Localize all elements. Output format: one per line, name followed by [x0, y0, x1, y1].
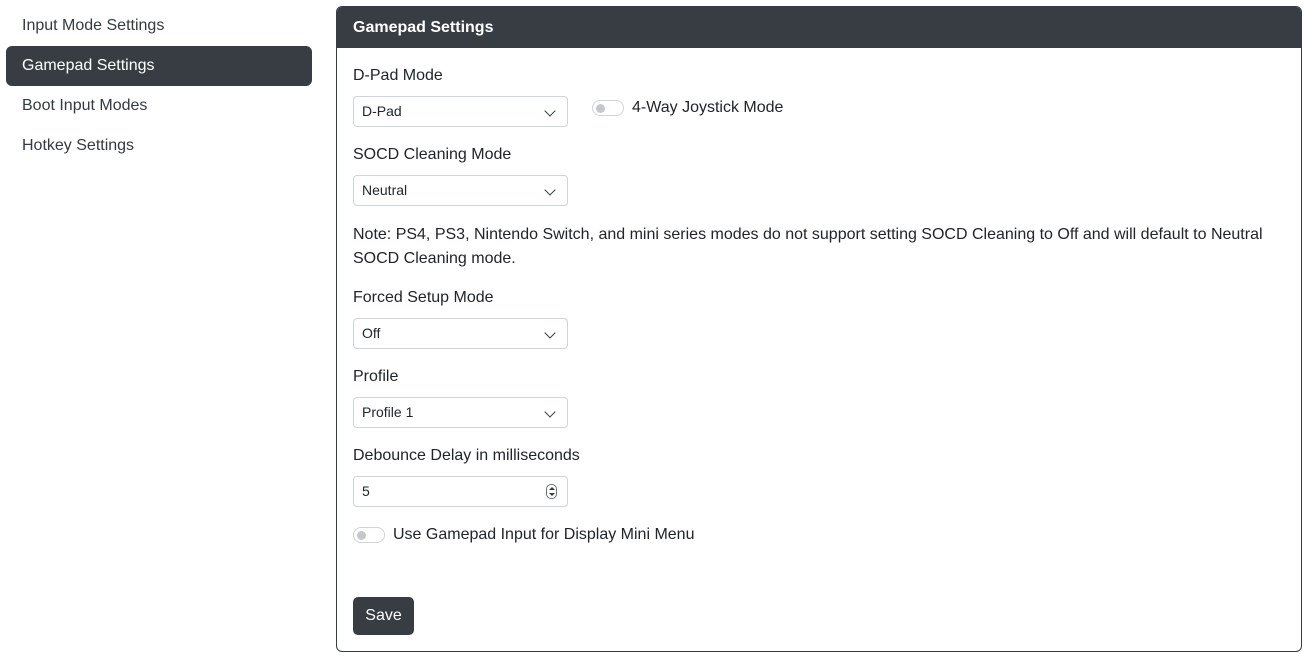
- sidebar-item-input-mode-settings[interactable]: Input Mode Settings: [6, 6, 312, 46]
- dpad-mode-value: D-Pad: [362, 103, 402, 119]
- socd-mode-select[interactable]: Neutral: [353, 175, 568, 206]
- sidebar-item-gamepad-settings[interactable]: Gamepad Settings: [6, 46, 312, 86]
- debounce-value: 5: [362, 483, 370, 499]
- save-button[interactable]: Save: [353, 597, 414, 635]
- gamepad-settings-card: Gamepad Settings D-Pad Mode D-Pad 4-Way …: [336, 6, 1302, 652]
- toggle-knob: [596, 103, 605, 113]
- chevron-down-icon: [544, 406, 556, 418]
- mini-menu-toggle[interactable]: [353, 527, 385, 543]
- socd-mode-value: Neutral: [362, 182, 408, 198]
- profile-value: Profile 1: [362, 404, 414, 420]
- debounce-label: Debounce Delay in milliseconds: [353, 447, 580, 464]
- profile-label: Profile: [353, 368, 399, 385]
- joystick-mode-label: 4-Way Joystick Mode: [632, 99, 784, 116]
- socd-note: Note: PS4, PS3, Nintendo Switch, and min…: [353, 226, 1263, 267]
- chevron-down-icon: [544, 327, 556, 339]
- sidebar: Input Mode Settings Gamepad Settings Boo…: [6, 6, 312, 166]
- spinner-icon[interactable]: [546, 484, 557, 499]
- forced-setup-label: Forced Setup Mode: [353, 289, 494, 306]
- mini-menu-label: Use Gamepad Input for Display Mini Menu: [393, 526, 695, 543]
- card-title: Gamepad Settings: [337, 7, 1301, 48]
- forced-setup-value: Off: [362, 325, 381, 341]
- chevron-down-icon: [544, 184, 556, 196]
- chevron-down-icon: [544, 105, 556, 117]
- sidebar-item-boot-input-modes[interactable]: Boot Input Modes: [6, 86, 312, 126]
- dpad-mode-select[interactable]: D-Pad: [353, 96, 568, 127]
- joystick-mode-toggle[interactable]: [592, 100, 624, 116]
- debounce-input[interactable]: 5: [353, 476, 568, 507]
- socd-mode-label: SOCD Cleaning Mode: [353, 146, 512, 163]
- dpad-mode-label: D-Pad Mode: [353, 67, 443, 84]
- toggle-knob: [357, 530, 366, 540]
- profile-select[interactable]: Profile 1: [353, 397, 568, 428]
- forced-setup-select[interactable]: Off: [353, 318, 568, 349]
- sidebar-item-hotkey-settings[interactable]: Hotkey Settings: [6, 126, 312, 166]
